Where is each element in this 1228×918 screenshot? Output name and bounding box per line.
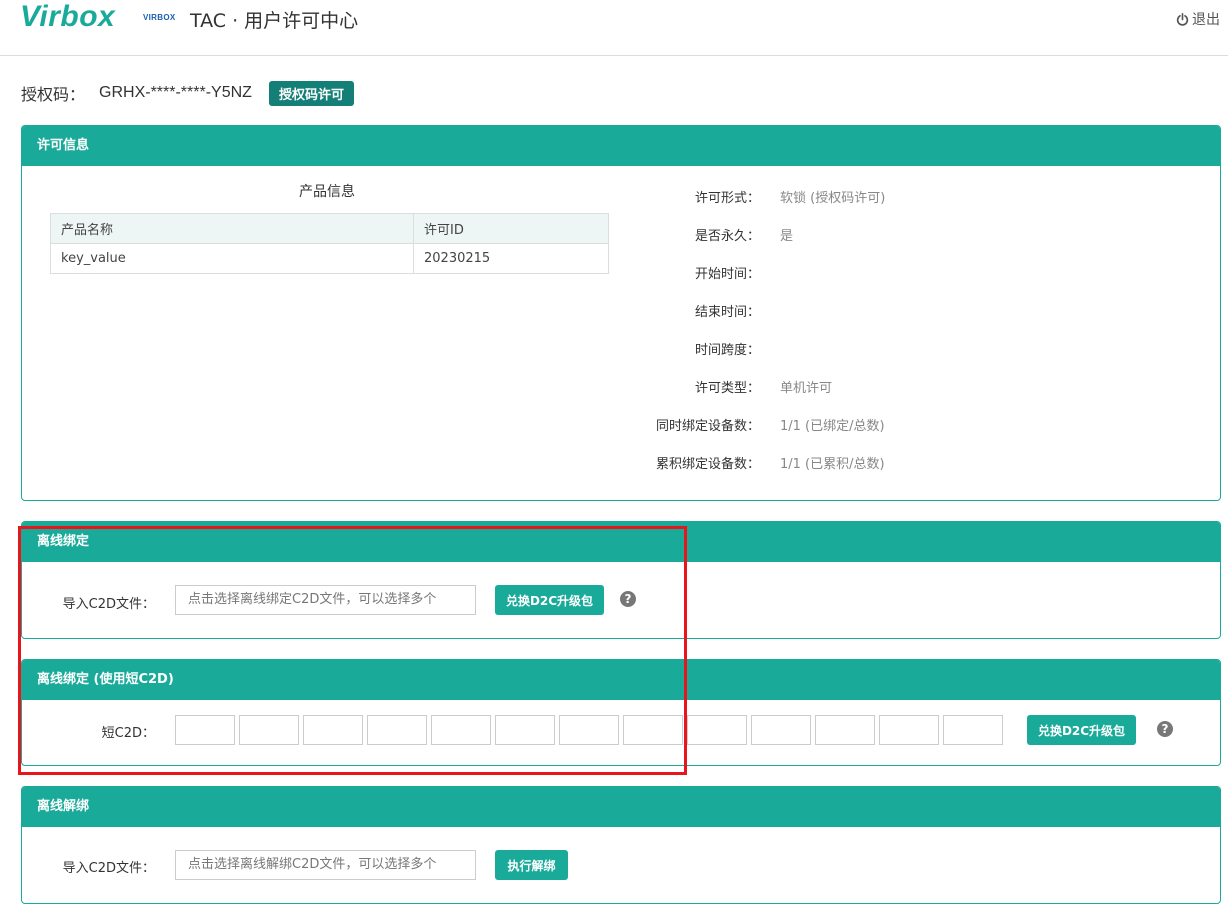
short-c2d-input-3[interactable] (303, 715, 363, 745)
field-license-form: 许可形式： 软锁 (授权码许可) (694, 191, 886, 206)
auth-code-license-button[interactable]: 授权码许可 (268, 80, 354, 106)
virbox-logo[interactable]: Virbox (20, 0, 115, 34)
offline-unbind-panel: 离线解绑 导入C2D文件： 点击选择离线解绑C2D文件，可以选择多个 执行解绑 (21, 786, 1221, 904)
import-c2d-label: 导入C2D文件： (62, 597, 155, 612)
top-header: Virbox VIRBOX TAC · 用户许可中心 退出 (0, 0, 1228, 56)
offline-bind-panel: 离线绑定 导入C2D文件： 点击选择离线绑定C2D文件，可以选择多个 兑换D2C… (21, 521, 1221, 639)
field-cumulative-devices: 累积绑定设备数： 1/1 (已累积/总数) (655, 457, 885, 472)
unbind-c2d-file-input[interactable]: 点击选择离线解绑C2D文件，可以选择多个 (175, 850, 476, 880)
field-time-span: 时间跨度： (694, 343, 760, 358)
offline-unbind-title: 离线解绑 (22, 787, 1220, 827)
short-c2d-input-7[interactable] (559, 715, 619, 745)
import-c2d-unbind-label: 导入C2D文件： (62, 861, 155, 876)
auth-code-row: 授权码： GRHX-****-****-Y5NZ 授权码许可 (21, 80, 354, 106)
short-c2d-input-6[interactable] (495, 715, 555, 745)
short-c2d-input-12[interactable] (879, 715, 939, 745)
short-c2d-input-8[interactable] (623, 715, 683, 745)
field-end-time: 结束时间： (694, 305, 760, 320)
table-row: key_value 20230215 (50, 243, 609, 274)
logout-label: 退出 (1192, 12, 1220, 28)
short-c2d-input-10[interactable] (751, 715, 811, 745)
short-c2d-input-9[interactable] (687, 715, 747, 745)
cell-license-id: 20230215 (413, 243, 609, 274)
short-c2d-input-5[interactable] (431, 715, 491, 745)
page-title: TAC · 用户许可中心 (190, 10, 359, 32)
field-concurrent-devices: 同时绑定设备数： 1/1 (已绑定/总数) (655, 419, 885, 434)
short-c2d-input-4[interactable] (367, 715, 427, 745)
field-license-type: 许可类型： 单机许可 (694, 381, 833, 396)
auth-code-label: 授权码： (21, 85, 86, 104)
bind-c2d-file-input[interactable]: 点击选择离线绑定C2D文件，可以选择多个 (175, 585, 476, 615)
logout-button[interactable]: 退出 (1176, 9, 1220, 29)
short-c2d-input-11[interactable] (815, 715, 875, 745)
product-table: 产品名称 许可ID key_value 20230215 (50, 213, 609, 274)
license-info-panel: 许可信息 产品信息 产品名称 许可ID key_value 20230215 许… (21, 125, 1221, 501)
execute-unbind-button[interactable]: 执行解绑 (495, 850, 568, 880)
col-license-id: 许可ID (413, 213, 609, 244)
help-icon[interactable]: ? (620, 591, 636, 607)
short-c2d-input-2[interactable] (239, 715, 299, 745)
field-start-time: 开始时间： (694, 267, 760, 282)
offline-bind-title: 离线绑定 (22, 522, 1220, 562)
offline-bind-short-panel: 离线绑定 (使用短C2D) 短C2D： 兑换D2C升级包 ? (21, 659, 1221, 766)
field-permanent: 是否永久： 是 (694, 229, 794, 244)
exchange-d2c-short-button[interactable]: 兑换D2C升级包 (1027, 715, 1136, 745)
auth-code-value: GRHX-****-****-Y5NZ (99, 84, 252, 101)
offline-bind-short-title: 离线绑定 (使用短C2D) (22, 660, 1220, 700)
license-info-title: 许可信息 (22, 126, 1220, 166)
col-product-name: 产品名称 (50, 213, 414, 244)
help-icon[interactable]: ? (1157, 721, 1173, 737)
short-c2d-input-13[interactable] (943, 715, 1003, 745)
short-c2d-input-1[interactable] (175, 715, 235, 745)
power-icon (1176, 12, 1189, 26)
exchange-d2c-button[interactable]: 兑换D2C升级包 (495, 585, 604, 615)
virbox-mini-logo: VIRBOX (143, 13, 176, 22)
cell-product-name: key_value (50, 243, 414, 274)
product-info-title: 产品信息 (299, 184, 355, 200)
short-c2d-label: 短C2D： (101, 726, 155, 741)
